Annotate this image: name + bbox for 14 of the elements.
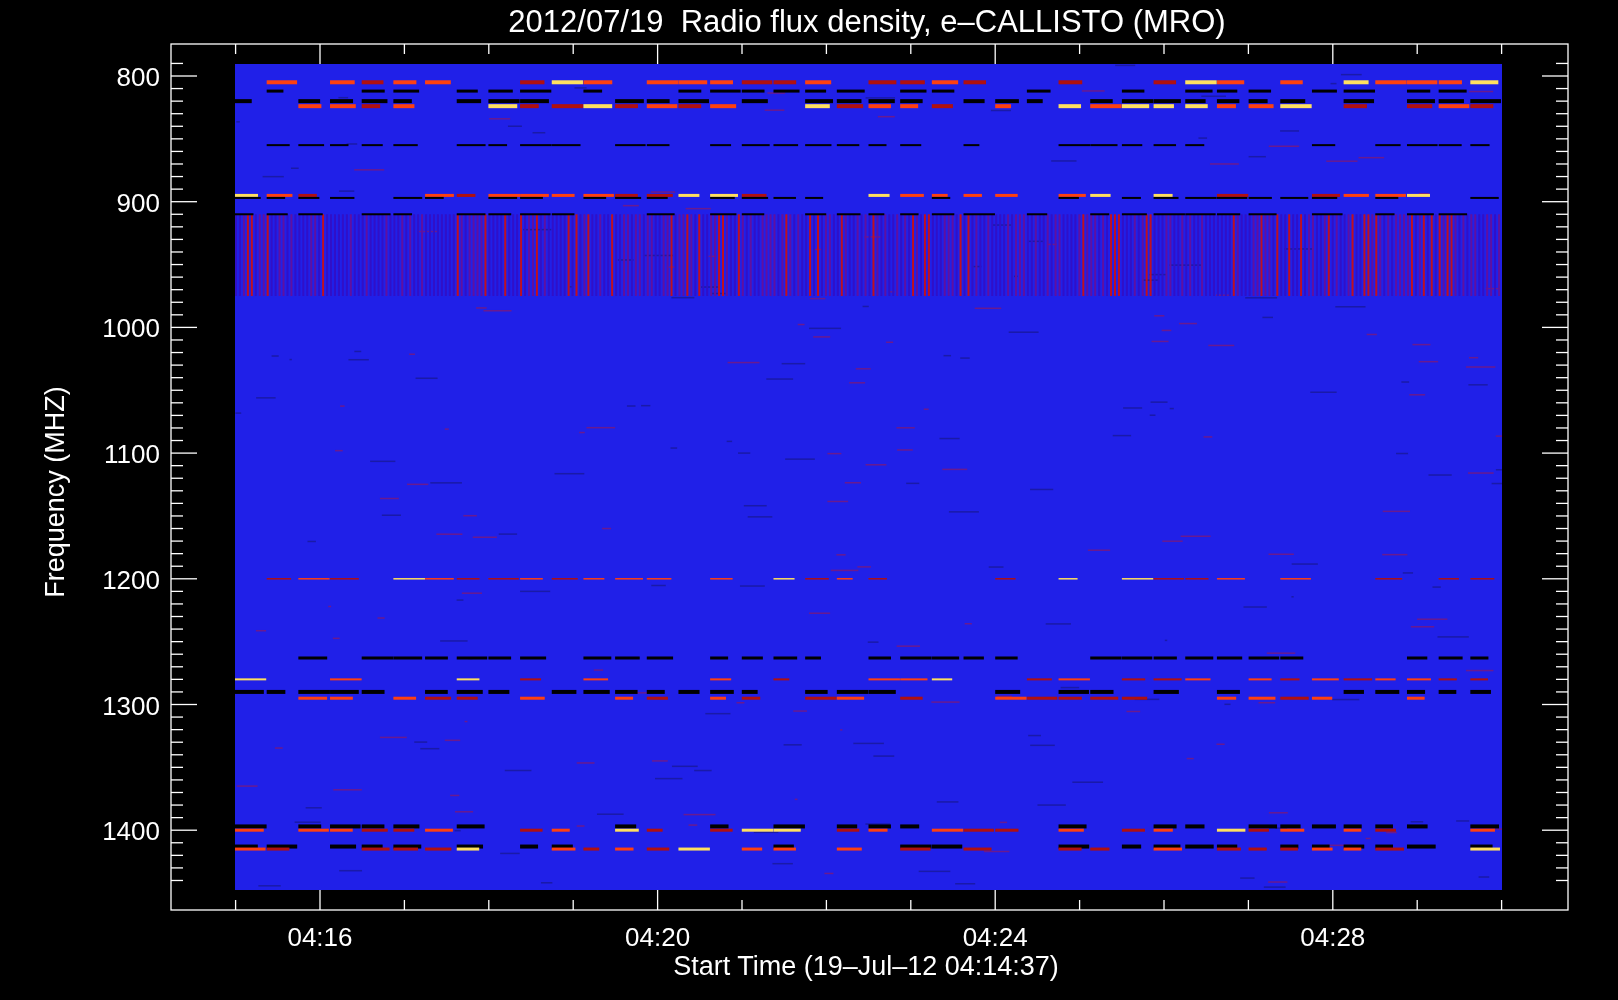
axis-tick-label: 04:20 [625,922,691,952]
axis-tick-label: 900 [116,187,160,218]
axis-title: Start Time (19–Jul–12 04:14:37) [673,951,1059,981]
axis-tick-label: 1400 [102,816,160,847]
axis-tick-label: 04:24 [962,922,1028,952]
axis-tick-label: 1300 [102,690,160,721]
axis-tick-label: 800 [116,62,160,92]
axis-tick-label: 1200 [102,564,160,595]
axis-tick-label: 04:28 [1300,922,1366,952]
axis-tick-label: 04:16 [287,922,353,952]
chart-title: 2012/07/19 Radio flux density, e–CALLISTO (MRO) [508,4,1226,39]
axis-tick-label: 1000 [102,313,160,344]
axis-title: Frequency (MHZ) [40,386,70,598]
axis-tick-label: 1100 [104,439,160,470]
